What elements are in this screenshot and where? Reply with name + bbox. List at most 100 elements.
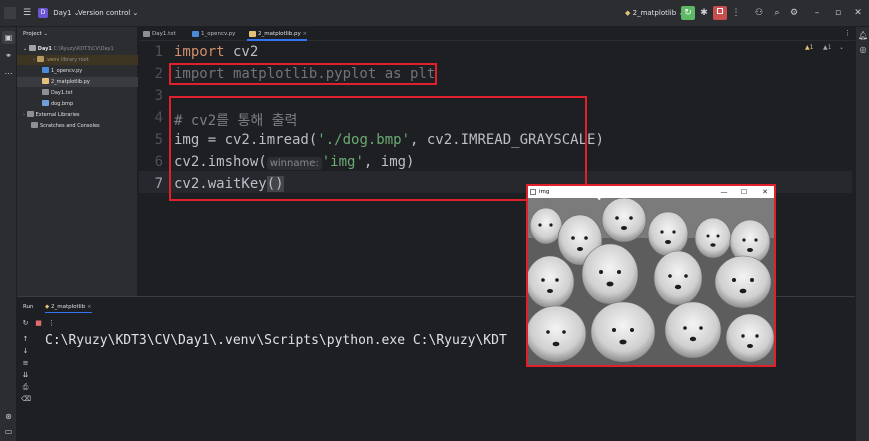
maximize-icon[interactable]: ☐ <box>738 186 750 198</box>
python-file-icon <box>42 78 49 84</box>
print-icon[interactable]: ⎙ <box>21 383 30 392</box>
tree-item-label: dog.bmp <box>51 101 74 107</box>
line-number: 1 <box>154 44 163 60</box>
tree-root[interactable]: ⌄ Day1 C:\Ryuzy\KDT3\CV\Day1 <box>17 44 138 54</box>
minimize-icon[interactable]: — <box>718 186 730 198</box>
project-tool-icon[interactable]: ▣ <box>2 31 15 44</box>
library-icon <box>26 111 34 117</box>
soft-wrap-icon[interactable]: ≡ <box>21 359 30 368</box>
settings-icon[interactable]: ⚙ <box>787 6 801 20</box>
chevron-down-icon: ⌄ <box>23 46 28 52</box>
folder-icon <box>36 56 44 62</box>
search-icon[interactable]: ⌕ <box>770 6 784 20</box>
tab-label: Day1.txt <box>152 31 176 37</box>
tab-day1-txt[interactable]: Day1.txt <box>141 27 176 41</box>
project-selector[interactable]: D Day1 ⌄ <box>38 0 80 27</box>
project-name: Day1 <box>53 9 72 17</box>
warning-indicator[interactable]: ▲1 <box>805 44 813 51</box>
image-window-titlebar[interactable]: img — ☐ ✕ <box>528 186 774 198</box>
tree-item-label: Day1.txt <box>51 90 73 96</box>
tree-item-label: 2_matplotlib.py <box>51 79 90 85</box>
tree-item-note: library root <box>60 57 89 63</box>
line-number: 4 <box>154 110 163 126</box>
tree-item-venv[interactable]: › .venv library root <box>17 55 138 65</box>
chevron-down-icon: ⌄ <box>132 9 139 17</box>
code-text: cv2 <box>224 44 259 60</box>
project-panel-title[interactable]: Project ⌄ <box>23 27 48 41</box>
line-number: 7 <box>154 176 163 192</box>
tab-2-matplotlib[interactable]: 2_matplotlib.py × <box>247 27 308 41</box>
window-minimize-icon[interactable]: – <box>810 6 824 20</box>
window-app-icon <box>530 189 536 195</box>
image-window-title: img <box>539 189 550 195</box>
python-file-icon <box>42 67 49 73</box>
close-tab-icon[interactable]: × <box>87 304 92 310</box>
root-path: C:\Ryuzy\KDT3\CV\Day1 <box>53 46 114 52</box>
add-user-icon[interactable]: ⚇ <box>752 6 766 20</box>
python-file-icon <box>249 31 256 37</box>
tab-label: 1_opencv.py <box>201 31 236 37</box>
tree-item-label: 1_opencv.py <box>51 68 83 74</box>
tree-item-dog-bmp[interactable]: dog.bmp <box>17 99 138 109</box>
right-tool-strip: 🔔︎ ◎ <box>855 27 869 441</box>
stop-icon[interactable]: ■ <box>34 319 43 328</box>
version-control-menu[interactable]: Version control ⌄ <box>78 0 138 27</box>
python-file-icon <box>192 31 199 37</box>
window-maximize-icon[interactable]: ▫ <box>831 6 845 20</box>
git-icon[interactable] <box>2 427 15 440</box>
tree-item-label: Scratches and Consoles <box>40 123 100 129</box>
tree-item-external-libraries[interactable]: › External Libraries <box>17 110 138 120</box>
scroll-down-icon[interactable]: ↓ <box>21 347 30 356</box>
scroll-to-end-icon[interactable]: ⇊ <box>21 371 30 380</box>
mouse-cursor-icon: ⬉ <box>594 193 602 203</box>
puppies-image <box>528 198 774 365</box>
debug-icon[interactable]: ✱ <box>697 6 711 20</box>
image-file-icon <box>42 100 49 106</box>
python-packages-icon[interactable]: ⊛ <box>2 410 15 423</box>
image-window[interactable]: img — ☐ ✕ <box>526 184 776 367</box>
tree-item-1-opencv[interactable]: 1_opencv.py <box>17 66 138 76</box>
run-tab-2-matplotlib[interactable]: ◆ 2_matplotlib × <box>45 301 92 313</box>
scroll-up-icon[interactable]: ↑ <box>21 335 30 344</box>
line-number: 5 <box>154 132 163 148</box>
rerun-icon[interactable]: ↻ <box>681 6 695 20</box>
run-config-label: 2_matplotlib <box>632 9 677 17</box>
left-tool-strip: ▣ ⚭ ⋯ ⊛ ▭ <box>0 27 17 441</box>
close-icon[interactable]: ✕ <box>759 186 771 198</box>
app-logo-icon <box>4 7 16 19</box>
notifications-icon[interactable]: 🔔︎ <box>858 31 868 41</box>
more-options-icon[interactable]: ⋮ <box>47 319 56 328</box>
weak-warning-indicator[interactable]: ▲1 <box>823 44 831 51</box>
highlight-box-code <box>169 96 587 201</box>
title-bar: ☰ D Day1 ⌄ Version control ⌄ ◆ 2_matplot… <box>0 0 869 27</box>
text-file-icon <box>143 31 150 37</box>
tree-item-2-matplotlib[interactable]: 2_matplotlib.py <box>17 77 138 87</box>
tree-item-label: External Libraries <box>35 112 80 118</box>
tab-1-opencv[interactable]: 1_opencv.py <box>190 27 235 41</box>
highlight-box-import <box>169 63 437 85</box>
more-options-icon[interactable]: ⋮ <box>729 6 743 20</box>
tree-item-day1-txt[interactable]: Day1.txt <box>17 88 138 98</box>
tree-item-scratches[interactable]: Scratches and Consoles <box>17 121 138 131</box>
structure-tool-icon[interactable]: ⚭ <box>2 49 15 62</box>
rerun-icon[interactable]: ↻ <box>21 319 30 328</box>
clear-icon[interactable]: ⌫ <box>21 395 31 404</box>
folder-icon <box>28 45 36 51</box>
chevron-down-icon[interactable]: ⌄ <box>839 44 844 51</box>
main-menu-icon[interactable]: ☰ <box>20 6 34 20</box>
root-name: Day1 <box>37 46 52 52</box>
window-close-icon[interactable]: ✕ <box>851 6 865 20</box>
stop-icon[interactable] <box>713 6 727 20</box>
line-number: 6 <box>154 154 163 170</box>
run-config-selector[interactable]: ◆ 2_matplotlib ⌄ <box>625 0 684 27</box>
ai-assistant-icon[interactable]: ◎ <box>858 45 868 55</box>
code-line-1: import cv2 <box>174 44 258 60</box>
more-tools-icon[interactable]: ⋯ <box>2 67 15 80</box>
tab-label: 2_matplotlib.py <box>258 31 301 37</box>
more-tabs-icon[interactable]: ⋮ <box>844 29 851 37</box>
close-tab-icon[interactable]: × <box>302 31 307 37</box>
project-panel: Project ⌄ ⌄ Day1 C:\Ryuzy\KDT3\CV\Day1 ›… <box>17 27 138 297</box>
python-file-icon: ◆ <box>625 9 631 17</box>
run-panel-title: Run <box>23 304 34 310</box>
run-config-name: 2_matplotlib <box>50 304 86 310</box>
